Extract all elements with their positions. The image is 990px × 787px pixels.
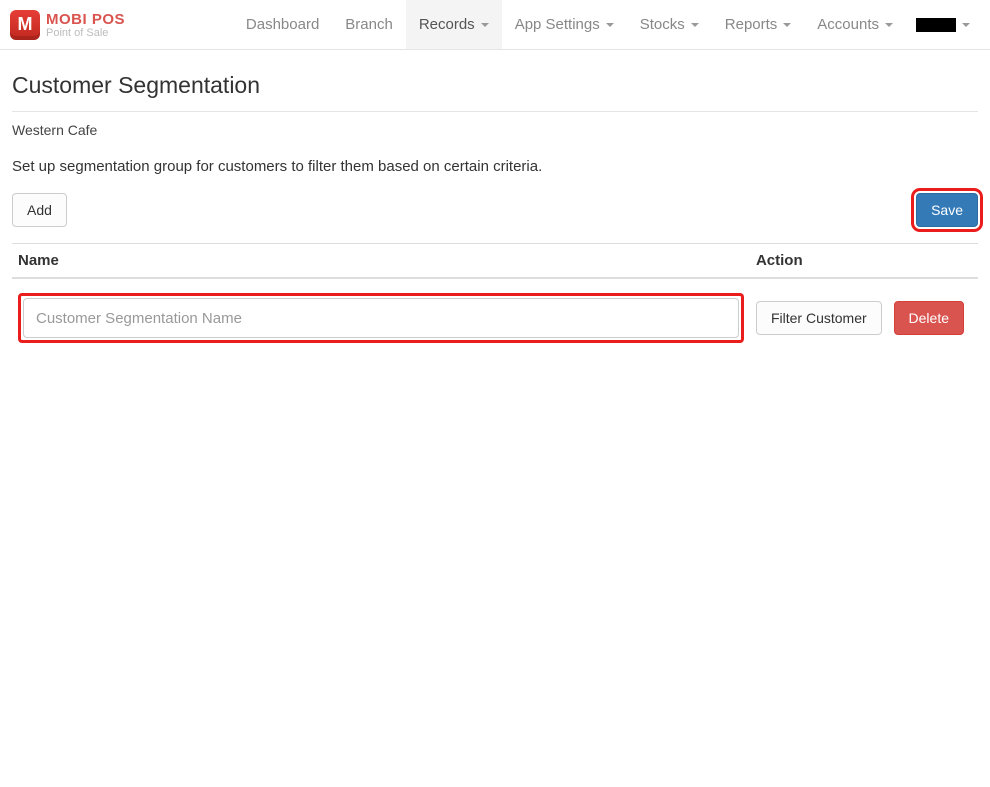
nav-accounts[interactable]: Accounts <box>804 0 906 49</box>
nav-records-label: Records <box>419 16 475 33</box>
filter-customer-button[interactable]: Filter Customer <box>756 301 882 335</box>
nav-links: Dashboard Branch Records App Settings St… <box>233 0 980 49</box>
nav-reports-label: Reports <box>725 16 778 33</box>
page-content: Customer Segmentation Western Cafe Set u… <box>0 50 990 369</box>
caret-down-icon <box>783 23 791 27</box>
col-header-action: Action <box>750 244 978 279</box>
col-header-name: Name <box>12 244 750 279</box>
caret-down-icon <box>606 23 614 27</box>
save-button[interactable]: Save <box>916 193 978 227</box>
nav-branch-label: Branch <box>345 16 393 33</box>
nav-stocks-label: Stocks <box>640 16 685 33</box>
page-description: Set up segmentation group for customers … <box>12 144 978 193</box>
nav-reports[interactable]: Reports <box>712 0 805 49</box>
caret-down-icon <box>481 23 489 27</box>
caret-down-icon <box>691 23 699 27</box>
nav-dashboard[interactable]: Dashboard <box>233 0 332 49</box>
nav-accounts-label: Accounts <box>817 16 879 33</box>
caret-down-icon <box>885 23 893 27</box>
brand-name: MOBI POS <box>46 11 125 28</box>
segmentation-table: Name Action Filter Customer Delete <box>12 243 978 357</box>
brand-badge-icon <box>10 10 40 40</box>
user-name-redacted <box>916 18 956 32</box>
table-row: Filter Customer Delete <box>12 278 978 357</box>
user-menu[interactable] <box>906 0 980 49</box>
caret-down-icon <box>962 23 970 27</box>
toolbar: Add Save <box>12 193 978 243</box>
nav-stocks[interactable]: Stocks <box>627 0 712 49</box>
nav-dashboard-label: Dashboard <box>246 16 319 33</box>
top-navbar: MOBI POS Point of Sale Dashboard Branch … <box>0 0 990 50</box>
delete-button[interactable]: Delete <box>894 301 964 335</box>
branch-name: Western Cafe <box>12 112 978 144</box>
brand-tagline: Point of Sale <box>46 28 125 38</box>
segmentation-name-highlight <box>18 293 744 343</box>
brand-logo[interactable]: MOBI POS Point of Sale <box>10 10 125 40</box>
nav-app-settings[interactable]: App Settings <box>502 0 627 49</box>
nav-records[interactable]: Records <box>406 0 502 49</box>
page-title: Customer Segmentation <box>12 62 978 111</box>
segmentation-name-input[interactable] <box>23 298 739 338</box>
nav-app-settings-label: App Settings <box>515 16 600 33</box>
add-button[interactable]: Add <box>12 193 67 227</box>
nav-branch[interactable]: Branch <box>332 0 406 49</box>
